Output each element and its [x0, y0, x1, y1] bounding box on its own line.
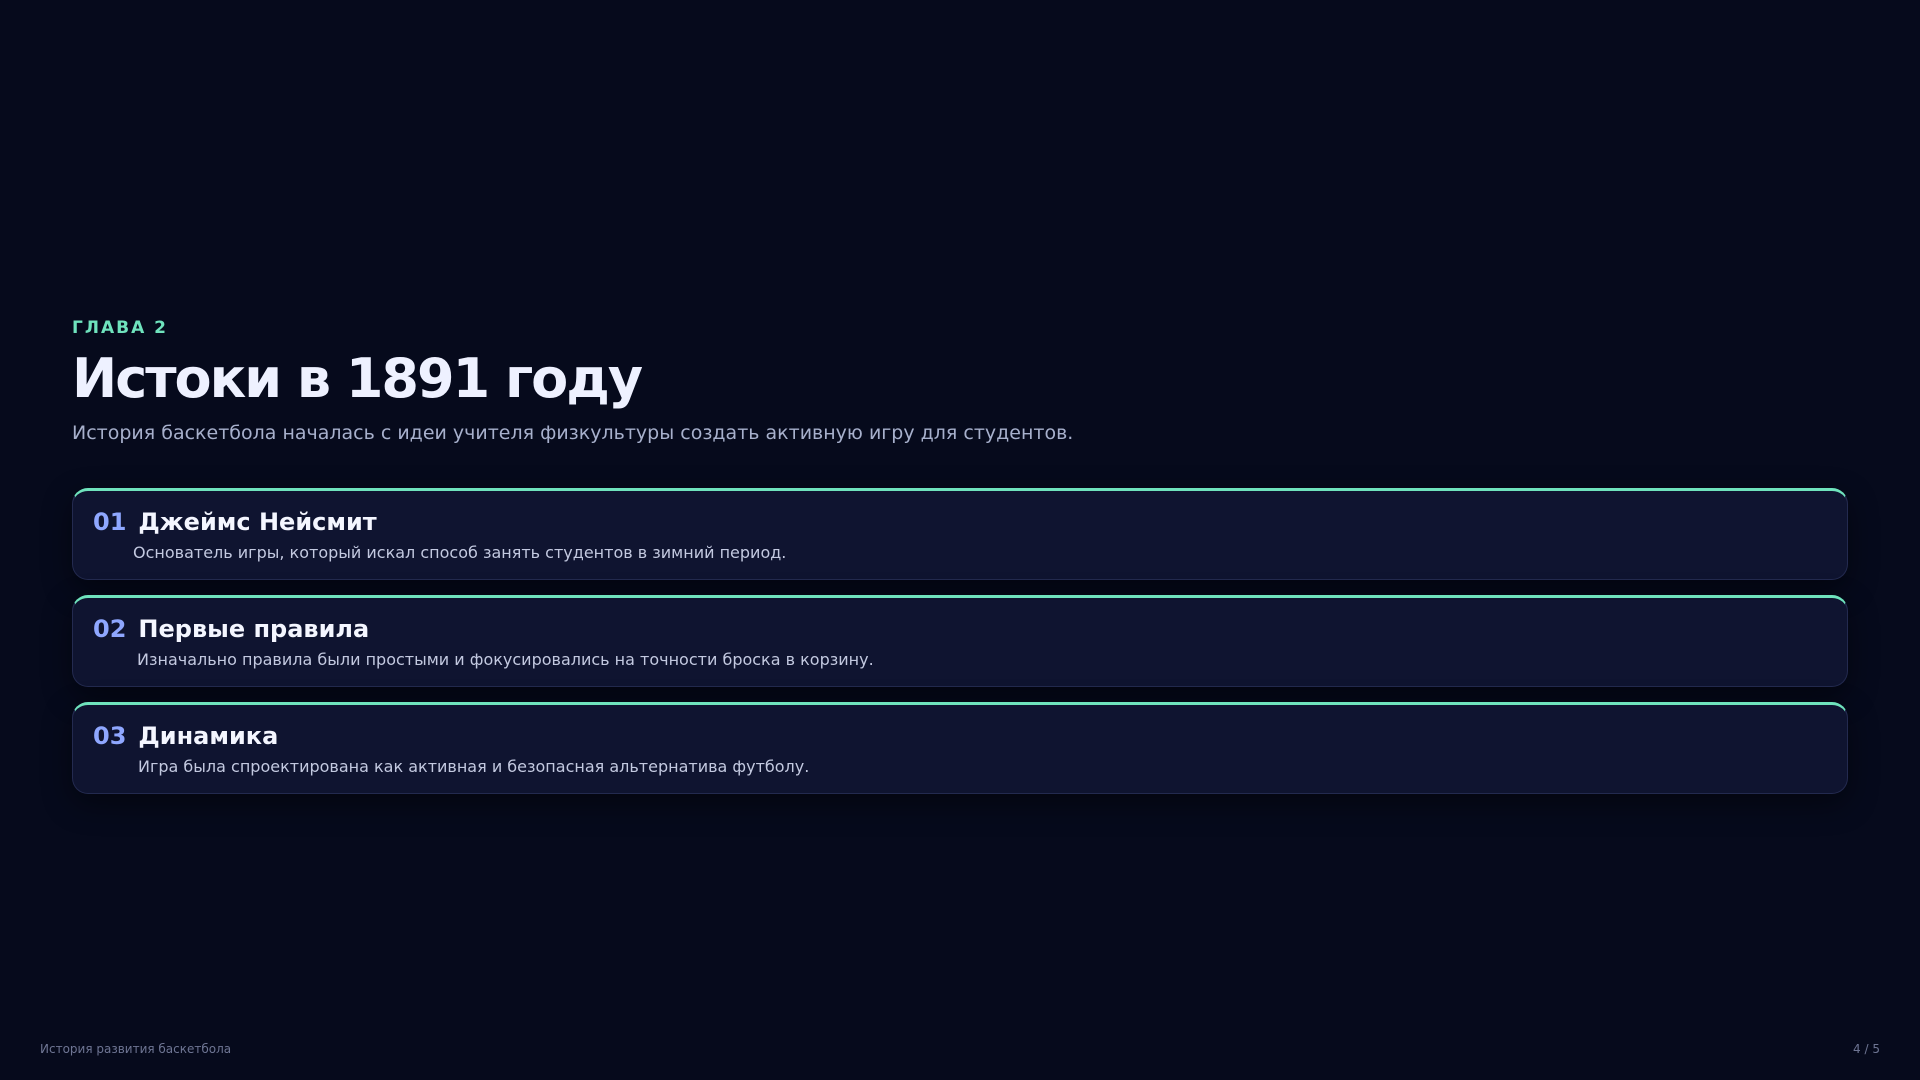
card-item: 03 Динамика Игра была спроектирована как… [72, 702, 1848, 794]
slide: ГЛАВА 2 Истоки в 1891 году История баске… [0, 0, 1920, 1080]
card-number: 02 [93, 615, 127, 643]
card-header: 03 Динамика [93, 719, 1827, 753]
slide-content: ГЛАВА 2 Истоки в 1891 году История баске… [72, 316, 1848, 809]
card-number: 03 [93, 722, 127, 750]
card-number: 01 [93, 508, 127, 536]
card-description: Игра была спроектирована как активная и … [138, 757, 810, 776]
chapter-label: ГЛАВА 2 [72, 318, 168, 338]
card-header: 02 Первые правила [93, 612, 1827, 646]
card-header: 01 Джеймс Нейсмит [93, 505, 1827, 539]
card-title: Первые правила [138, 615, 370, 643]
card-title: Динамика [138, 722, 279, 750]
card-item: 02 Первые правила Изначально правила был… [72, 595, 1848, 687]
card-item: 01 Джеймс Нейсмит Основатель игры, котор… [72, 488, 1848, 580]
footer-page-indicator: 4 / 5 [1853, 1042, 1880, 1056]
card-description: Основатель игры, который искал способ за… [133, 543, 787, 562]
slide-title: Истоки в 1891 году [72, 347, 643, 410]
card-title: Джеймс Нейсмит [138, 508, 377, 536]
slide-subtitle: История баскетбола началась с идеи учите… [72, 422, 1074, 444]
footer-presentation-title: История развития баскетбола [40, 1042, 232, 1056]
card-list: 01 Джеймс Нейсмит Основатель игры, котор… [72, 488, 1848, 794]
card-description: Изначально правила были простыми и фокус… [137, 650, 874, 669]
